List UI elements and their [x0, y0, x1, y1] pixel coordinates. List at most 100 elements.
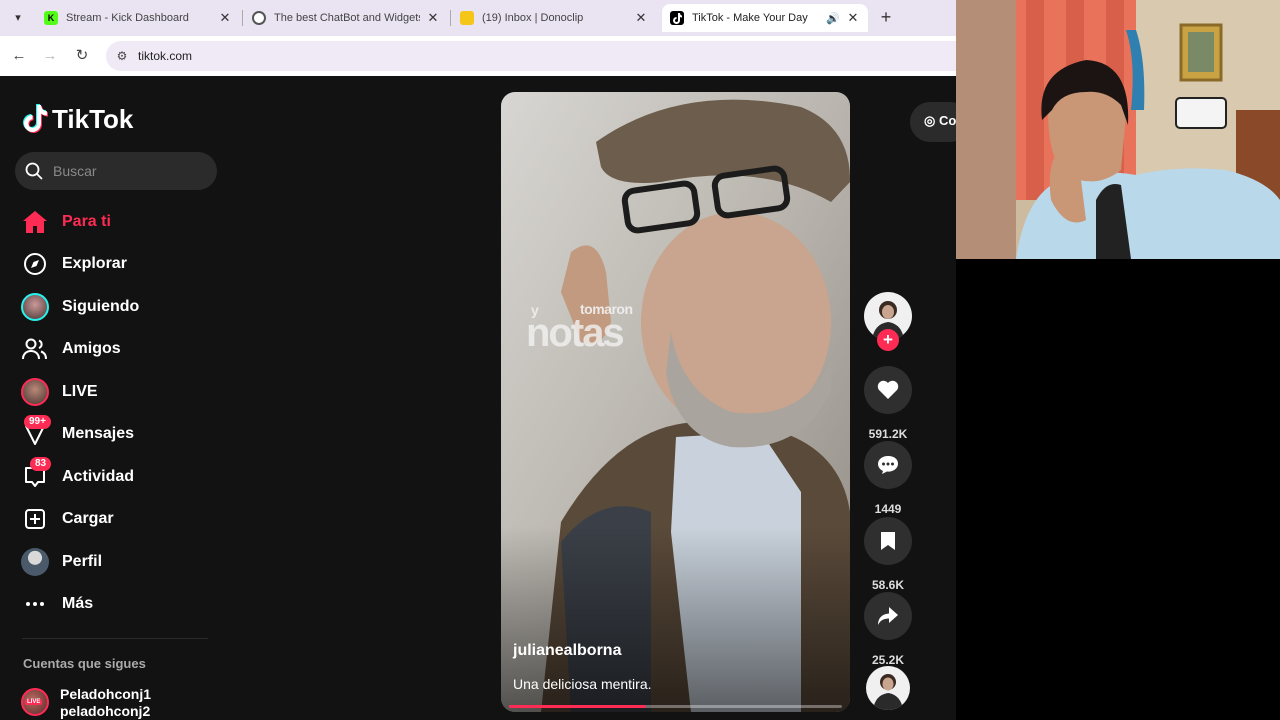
search-input[interactable]: [53, 160, 203, 182]
compass-icon: [20, 249, 50, 279]
nav-label: LIVE: [62, 383, 98, 400]
tab-title: Stream - Kick Dashboard: [66, 12, 189, 24]
close-icon[interactable]: ✕: [218, 10, 232, 26]
messages-badge: 99+: [24, 415, 51, 429]
nav-mensajes[interactable]: 99+ Mensajes: [20, 415, 135, 450]
nav-label: Amigos: [62, 340, 121, 357]
site-info-icon[interactable]: ⚙: [114, 48, 130, 64]
nav-label: Cargar: [62, 510, 114, 527]
followed-account-item[interactable]: LIVE Peladohconj1 peladohconj2: [21, 686, 151, 720]
live-tag: LIVE: [25, 699, 43, 705]
nav-label: Perfil: [62, 553, 103, 570]
donoclip-favicon-icon: [460, 11, 474, 25]
close-icon[interactable]: ✕: [634, 10, 648, 26]
profile-avatar-icon: [20, 547, 50, 577]
comment-action[interactable]: 1449: [864, 441, 912, 516]
search-box[interactable]: [15, 152, 217, 190]
address-bar[interactable]: ⚙ tiktok.com: [106, 41, 956, 71]
nav-explorar[interactable]: Explorar: [20, 248, 127, 280]
tab-separator: [450, 10, 451, 26]
back-button[interactable]: ←: [7, 44, 31, 68]
nav-siguiendo[interactable]: Siguiendo: [20, 291, 139, 323]
coins-label: Co: [938, 113, 957, 128]
followed-avatar: LIVE: [21, 688, 49, 716]
webcam-overlay: [956, 0, 1280, 259]
bookmark-icon[interactable]: [864, 517, 912, 565]
nav-mas[interactable]: Más: [20, 588, 93, 620]
tab-separator: [242, 10, 243, 26]
nav-live[interactable]: LIVE: [20, 376, 98, 408]
video-overlay-text: notas: [526, 311, 625, 355]
close-icon[interactable]: ✕: [426, 10, 440, 26]
browser-toolbar: ← → ↻ ⚙ tiktok.com: [0, 36, 956, 76]
nav-label: Para ti: [62, 213, 111, 230]
messages-icon: 99+: [20, 415, 51, 449]
followed-username: peladohconj2: [60, 703, 151, 719]
video-frame: [501, 92, 850, 712]
tab-title: The best ChatBot and Widgets: [274, 12, 420, 24]
live-avatar-icon: [20, 377, 50, 407]
follow-button[interactable]: +: [877, 329, 899, 351]
tiktok-app: TikTok Para ti Explorar Siguiendo Amigos: [0, 76, 970, 720]
tab-search-menu-icon[interactable]: ▾: [6, 7, 30, 29]
home-icon: [20, 207, 50, 237]
forward-button[interactable]: →: [38, 44, 62, 68]
tab-kick-dashboard[interactable]: K Stream - Kick Dashboard ✕: [36, 4, 240, 32]
nav-perfil[interactable]: Perfil: [20, 546, 102, 578]
search-icon: [25, 162, 43, 180]
url-text: tiktok.com: [138, 49, 193, 63]
video-progress-bar[interactable]: [509, 705, 842, 708]
webcam-backdrop: [956, 259, 1280, 720]
tiktok-note-icon: [23, 104, 48, 133]
tab-title: (19) Inbox | Donoclip: [482, 12, 584, 24]
kick-favicon-icon: K: [44, 11, 58, 25]
nav-label: Mensajes: [62, 425, 135, 442]
video-caption: Una deliciosa mentira.: [513, 676, 652, 692]
comment-icon[interactable]: [864, 441, 912, 489]
nav-label: Más: [62, 595, 94, 612]
speaker-icon[interactable]: 🔊: [826, 12, 840, 25]
heart-icon[interactable]: [864, 366, 912, 414]
nav-label: Actividad: [62, 468, 135, 485]
comment-count: 1449: [874, 502, 902, 516]
tab-tiktok[interactable]: TikTok - Make Your Day 🔊 ✕: [662, 4, 868, 32]
tab-donoclip-inbox[interactable]: (19) Inbox | Donoclip ✕: [452, 4, 656, 32]
nav-amigos[interactable]: Amigos: [20, 333, 121, 365]
share-icon[interactable]: [864, 592, 912, 640]
tiktok-favicon-icon: [670, 11, 684, 25]
tiktok-logo-text: TikTok: [52, 103, 134, 134]
following-accounts-title: Cuentas que sigues: [23, 656, 146, 671]
chatbot-favicon-icon: [252, 11, 266, 25]
activity-badge: 83: [30, 457, 52, 471]
browser-tab-strip: ▾ K Stream - Kick Dashboard ✕ The best C…: [0, 0, 956, 36]
following-avatar-icon: [20, 292, 50, 322]
sound-avatar[interactable]: [866, 666, 910, 710]
close-icon[interactable]: ✕: [846, 10, 860, 26]
new-tab-button[interactable]: +: [876, 6, 896, 28]
activity-icon: 83: [20, 457, 52, 492]
save-action[interactable]: 58.6K: [864, 517, 912, 592]
nav-cargar[interactable]: Cargar: [20, 503, 114, 535]
video-author[interactable]: julianealborna: [513, 642, 621, 660]
webcam-feed-image: [956, 0, 1280, 259]
sidebar-divider: [22, 638, 208, 639]
coin-icon: ◎: [924, 113, 936, 128]
followed-display-name: Peladohconj1: [60, 686, 152, 702]
nav-label: Siguiendo: [62, 298, 140, 315]
tab-chatbot-widgets[interactable]: The best ChatBot and Widgets ✕: [244, 4, 448, 32]
like-action[interactable]: 591.2K: [864, 366, 912, 441]
tiktok-logo[interactable]: TikTok: [22, 103, 133, 135]
upload-icon: [20, 504, 50, 534]
share-count: 25.2K: [871, 653, 905, 667]
like-count: 591.2K: [868, 427, 908, 441]
video-player[interactable]: y tomaron notas julianealborna Una delic…: [501, 92, 850, 712]
nav-label: Explorar: [62, 255, 127, 272]
followed-account-names: Peladohconj1 peladohconj2: [60, 686, 151, 720]
tab-title: TikTok - Make Your Day: [692, 12, 808, 24]
reload-button[interactable]: ↻: [70, 44, 94, 68]
nav-para-ti[interactable]: Para ti: [20, 206, 111, 238]
share-action[interactable]: 25.2K: [864, 592, 912, 667]
friends-icon: [20, 334, 50, 364]
nav-actividad[interactable]: 83 Actividad: [20, 457, 135, 493]
more-icon: [20, 589, 50, 619]
